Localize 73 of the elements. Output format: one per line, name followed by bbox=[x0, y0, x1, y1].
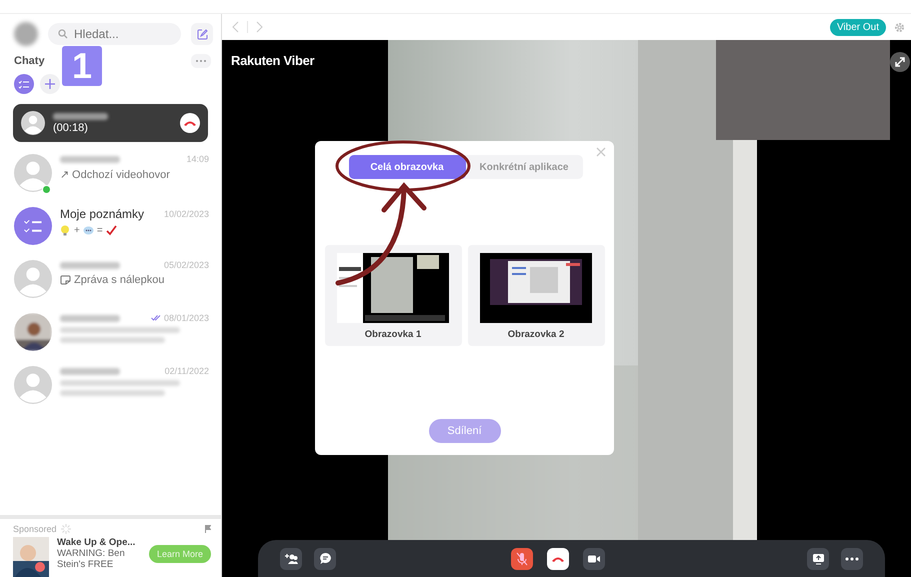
blurred-name bbox=[60, 314, 120, 322]
notes-avatar-icon bbox=[14, 207, 52, 245]
chat-time: 05/02/2023 bbox=[164, 260, 209, 270]
screen-option[interactable]: Obrazovka 1 bbox=[324, 245, 462, 346]
check-mark-icon bbox=[106, 225, 117, 236]
expand-icon[interactable] bbox=[890, 52, 910, 72]
muted-microphone-icon bbox=[516, 552, 528, 566]
blurred-name bbox=[60, 156, 120, 162]
equals-sign: = bbox=[96, 225, 103, 236]
search-icon bbox=[58, 29, 68, 39]
hang-up-button[interactable] bbox=[180, 113, 200, 133]
plus-icon bbox=[45, 79, 55, 89]
chat-icon bbox=[318, 552, 332, 565]
tab[interactable]: Celá obrazovka bbox=[348, 155, 466, 179]
double-check-icon bbox=[150, 315, 161, 321]
blurred-name bbox=[60, 262, 120, 268]
flag-icon[interactable] bbox=[205, 525, 211, 533]
camera-button[interactable] bbox=[582, 548, 604, 570]
hang-up-button[interactable] bbox=[546, 548, 568, 570]
chat-button[interactable] bbox=[314, 548, 336, 570]
chat-bubble-icon bbox=[82, 226, 94, 236]
ad-title[interactable]: Wake Up & Ope... bbox=[57, 537, 141, 548]
settings-icon[interactable] bbox=[894, 22, 905, 32]
camera-icon bbox=[586, 554, 600, 564]
add-people-button[interactable] bbox=[280, 548, 302, 570]
screen-share-icon bbox=[812, 552, 824, 564]
hang-up-icon bbox=[550, 554, 564, 562]
ad-text: WARNING: Ben Stein's FREE bbox=[57, 548, 126, 570]
mic-button[interactable] bbox=[510, 548, 532, 570]
avatar-icon bbox=[14, 154, 52, 192]
add-button[interactable] bbox=[40, 74, 60, 94]
blurred-name bbox=[53, 112, 108, 120]
compose-button[interactable] bbox=[191, 23, 213, 45]
profile-avatar[interactable] bbox=[14, 22, 38, 46]
message-preview: ↗ Odchozí videohovor bbox=[60, 168, 170, 181]
call-duration: (00:18) bbox=[53, 122, 89, 134]
screen-share-button[interactable] bbox=[807, 548, 829, 570]
chat-time: 10/02/2023 bbox=[164, 209, 209, 219]
avatar-icon bbox=[14, 366, 52, 404]
section-title: Chaty bbox=[14, 55, 45, 67]
message-preview: Zpráva s nálepkou bbox=[74, 274, 164, 286]
logo: Rakuten Viber bbox=[231, 53, 314, 68]
loading-icon bbox=[60, 524, 71, 534]
chat-name: Moje poznámky bbox=[60, 207, 144, 221]
hang-up-icon bbox=[183, 119, 197, 127]
compose-icon bbox=[196, 28, 208, 40]
forward-icon bbox=[256, 21, 263, 33]
plus-sign: + bbox=[74, 225, 80, 236]
step-number: 1 bbox=[62, 46, 102, 86]
chat-time: 02/11/2022 bbox=[164, 366, 209, 376]
avatar-icon bbox=[21, 111, 45, 135]
avatar-icon bbox=[14, 260, 52, 298]
blurred-name bbox=[60, 368, 120, 374]
chat-time: 14:09 bbox=[186, 154, 209, 164]
back-icon bbox=[232, 21, 239, 33]
chat-item[interactable]: 14:09 ↗ Odchozí videohovor bbox=[0, 150, 221, 196]
viber-out-button[interactable]: Viber Out bbox=[830, 18, 886, 36]
chat-time: 08/01/2023 bbox=[150, 313, 209, 323]
active-call-bar[interactable]: (00:18) bbox=[13, 104, 208, 142]
more-button[interactable] bbox=[841, 548, 863, 570]
sponsored-label: Sponsored bbox=[13, 524, 57, 534]
screen-option[interactable]: Obrazovka 2 bbox=[468, 245, 604, 346]
light-bulb-icon bbox=[60, 225, 71, 236]
add-people-icon bbox=[284, 552, 298, 564]
search-field[interactable]: Hledat... bbox=[48, 23, 181, 45]
close-icon bbox=[596, 147, 606, 157]
more-icon bbox=[845, 556, 859, 560]
sticker-icon bbox=[60, 275, 71, 285]
tab[interactable]: Konkrétní aplikace bbox=[466, 155, 582, 179]
list-icon bbox=[18, 80, 30, 88]
notes-button[interactable] bbox=[14, 74, 34, 94]
chat-item[interactable]: Moje poznámky 10/02/2023 + = bbox=[0, 203, 221, 249]
chat-item[interactable]: 05/02/2023 Zpráva s nálepkou bbox=[0, 256, 221, 302]
